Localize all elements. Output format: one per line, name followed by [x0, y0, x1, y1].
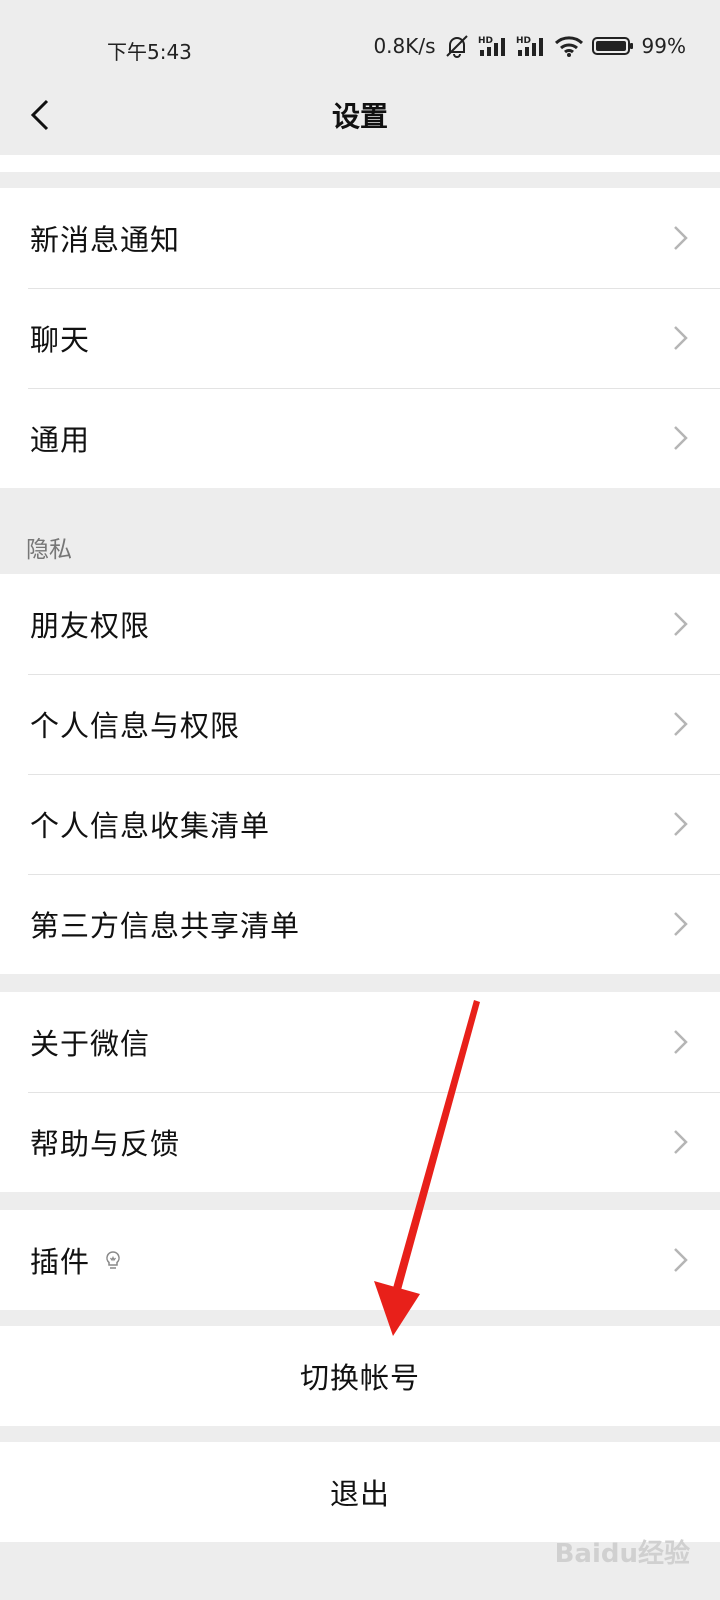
settings-item-personal-info-permissions[interactable]: 个人信息与权限: [0, 674, 720, 774]
settings-item-chat[interactable]: 聊天: [0, 288, 720, 388]
settings-item-third-party-sharing-list[interactable]: 第三方信息共享清单: [0, 874, 720, 974]
chevron-right-icon: [674, 426, 688, 450]
settings-item-friend-permissions[interactable]: 朋友权限: [0, 574, 720, 674]
settings-group-about: 关于微信 帮助与反馈: [0, 992, 720, 1192]
battery-percent: 99%: [641, 34, 686, 58]
settings-item-label: 朋友权限: [30, 609, 151, 643]
settings-group-privacy: 朋友权限 个人信息与权限 个人信息收集清单 第三方信息共享清单: [0, 574, 720, 974]
chevron-right-icon: [674, 326, 688, 350]
settings-item-label: 个人信息与权限: [30, 709, 241, 743]
settings-item-label: 个人信息收集清单: [30, 809, 271, 843]
status-time: 下午5:43: [107, 40, 192, 64]
mute-bell-icon: [445, 35, 468, 58]
switch-account-button[interactable]: 切换帐号: [0, 1326, 720, 1426]
status-icons: 0.8K/s HD HD 99%: [373, 34, 686, 58]
wifi-icon: [554, 36, 583, 57]
page-title: 设置: [331, 100, 388, 133]
chevron-right-icon: [674, 612, 688, 636]
settings-item-label: 关于微信: [30, 1027, 151, 1061]
chevron-right-icon: [674, 812, 688, 836]
settings-item-label: 新消息通知: [30, 223, 181, 257]
svg-text:HD: HD: [516, 36, 531, 46]
settings-item-about-wechat[interactable]: 关于微信: [0, 992, 720, 1092]
settings-item-label: 聊天: [30, 323, 91, 357]
settings-item-help-feedback[interactable]: 帮助与反馈: [0, 1092, 720, 1192]
section-title-privacy: 隐私: [26, 537, 72, 563]
watermark: Baidu经验: [554, 1539, 690, 1569]
chevron-right-icon: [674, 1248, 688, 1272]
lightbulb-icon: [106, 1251, 120, 1269]
settings-item-info-collection-list[interactable]: 个人信息收集清单: [0, 774, 720, 874]
settings-item-plugins[interactable]: 插件: [0, 1210, 720, 1310]
network-speed: 0.8K/s: [373, 34, 436, 58]
top-divider-strip: [0, 155, 720, 172]
nav-bar: 设置: [0, 75, 720, 155]
settings-item-general[interactable]: 通用: [0, 388, 720, 488]
settings-item-label: 第三方信息共享清单: [30, 909, 301, 943]
battery-icon: [591, 37, 633, 55]
settings-item-label: 帮助与反馈: [30, 1127, 181, 1161]
chevron-right-icon: [674, 912, 688, 936]
svg-text:HD: HD: [478, 36, 493, 46]
settings-item-label: 通用: [30, 423, 91, 457]
logout-button[interactable]: 退出: [0, 1442, 720, 1542]
chevron-right-icon: [674, 226, 688, 250]
signal-hd-icon: HD: [478, 36, 505, 56]
settings-group-general: 新消息通知 聊天 通用: [0, 188, 720, 488]
settings-group-plugins: 插件: [0, 1210, 720, 1310]
settings-item-label: 插件: [30, 1245, 91, 1279]
chevron-right-icon: [674, 712, 688, 736]
chevron-right-icon: [674, 1130, 688, 1154]
signal-hd-icon-2: HD: [516, 36, 543, 56]
chevron-right-icon: [674, 1030, 688, 1054]
settings-item-notifications[interactable]: 新消息通知: [0, 188, 720, 288]
